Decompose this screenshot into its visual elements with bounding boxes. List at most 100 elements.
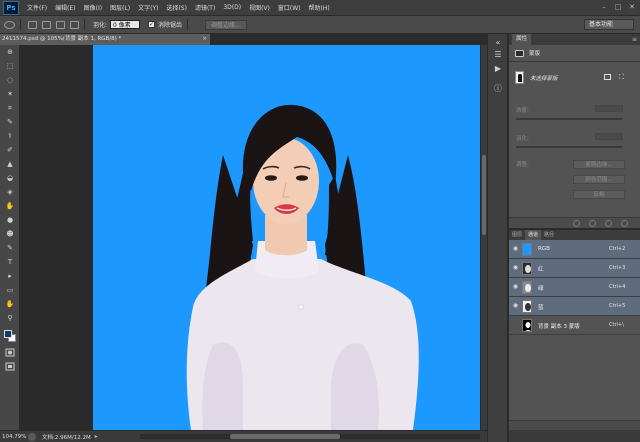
- shape-tool-icon[interactable]: ▭: [5, 286, 15, 295]
- canvas-area[interactable]: [21, 45, 481, 430]
- portrait-photo: [186, 104, 419, 430]
- quick-mask-icon[interactable]: [5, 348, 15, 357]
- menu-type[interactable]: 文字(Y): [134, 3, 162, 12]
- apply-mask-icon[interactable]: [589, 220, 596, 227]
- lasso-tool-icon[interactable]: ◌: [5, 76, 15, 85]
- eye-icon[interactable]: [512, 322, 519, 328]
- status-menu-arrow-icon[interactable]: ▸: [95, 433, 98, 440]
- tab-paths[interactable]: 路径: [541, 230, 557, 240]
- add-selection-icon[interactable]: [42, 20, 51, 29]
- invert-button[interactable]: 反相: [573, 190, 625, 199]
- feather-label: 羽化:: [516, 136, 529, 142]
- collapse-panels-icon[interactable]: «: [493, 38, 503, 48]
- pen-tool-icon[interactable]: ✎: [5, 244, 15, 253]
- menu-help[interactable]: 帮助(H): [305, 3, 334, 12]
- channel-thumbnail: [522, 262, 532, 275]
- move-tool-icon[interactable]: ⊕: [5, 48, 15, 57]
- vector-mask-icon[interactable]: ⛶: [619, 73, 627, 81]
- refine-edge-button[interactable]: 调整边缘...: [205, 19, 247, 30]
- maximize-button[interactable]: □: [614, 3, 622, 11]
- channel-thumbnail: [522, 319, 532, 332]
- close-button[interactable]: ✕: [628, 3, 636, 11]
- vertical-scroll-thumb[interactable]: [482, 155, 486, 235]
- horizontal-scroll-thumb[interactable]: [230, 434, 340, 439]
- document-info: 文档:2.96M/12.2M: [42, 434, 91, 441]
- path-selection-tool-icon[interactable]: ▸: [5, 272, 15, 281]
- magic-wand-tool-icon[interactable]: ✶: [5, 90, 15, 99]
- panel-menu-icon[interactable]: ≡: [632, 34, 637, 45]
- eye-icon[interactable]: ◉: [512, 246, 519, 252]
- intersect-selection-icon[interactable]: [70, 20, 79, 29]
- menu-select[interactable]: 选择(S): [162, 3, 191, 12]
- eye-icon[interactable]: ◉: [512, 265, 519, 271]
- document-tab[interactable]: 2411574.psd @ 105%(背景 副本 1, RGB/8) * ×: [0, 34, 210, 45]
- status-nav-icon[interactable]: [28, 432, 36, 441]
- foreground-color-swatch[interactable]: [4, 330, 12, 338]
- document-canvas[interactable]: [93, 45, 480, 430]
- antialias-checkbox[interactable]: ✓: [148, 21, 156, 28]
- menu-window[interactable]: 窗口(W): [274, 3, 305, 12]
- workspace-select[interactable]: 基本功能: [584, 19, 634, 30]
- eye-icon[interactable]: ◉: [512, 284, 519, 290]
- window-controls: – □ ✕: [600, 3, 636, 11]
- hand-tool-icon[interactable]: ✋: [5, 300, 15, 309]
- feather-field[interactable]: [595, 133, 623, 140]
- menu-layer[interactable]: 图层(L): [106, 3, 134, 12]
- crop-tool-icon[interactable]: ⌗: [5, 104, 15, 113]
- channel-row-rgb[interactable]: ◉ RGB Ctrl+2: [509, 240, 640, 259]
- clone-stamp-tool-icon[interactable]: ▲: [5, 160, 15, 169]
- eyedropper-tool-icon[interactable]: ✎: [5, 118, 15, 127]
- marquee-tool-icon[interactable]: ⬚: [5, 62, 15, 71]
- menu-file[interactable]: 文件(F): [23, 3, 51, 12]
- menu-view[interactable]: 视图(V): [245, 3, 274, 12]
- dodge-tool-icon[interactable]: ☻: [5, 230, 15, 239]
- menu-image[interactable]: 图像(I): [80, 3, 106, 12]
- channel-row-blue[interactable]: ◉ 蓝 Ctrl+5: [509, 297, 640, 316]
- density-field[interactable]: [595, 105, 623, 112]
- subtract-selection-icon[interactable]: [56, 20, 65, 29]
- mask-name: 未选择蒙版: [530, 76, 558, 82]
- menu-3d[interactable]: 3D(D): [219, 4, 245, 11]
- photoshop-logo: Ps: [3, 0, 19, 15]
- lasso-preset-icon[interactable]: [4, 20, 15, 29]
- options-divider: [84, 19, 85, 30]
- zoom-tool-icon[interactable]: ⚲: [5, 314, 15, 323]
- toggle-mask-icon[interactable]: [605, 220, 612, 227]
- mask-edge-button[interactable]: 蒙版边缘...: [573, 160, 625, 169]
- delete-mask-icon[interactable]: [621, 220, 628, 227]
- density-slider[interactable]: [516, 118, 622, 120]
- load-selection-icon[interactable]: [573, 220, 580, 227]
- antialias-label: 消除锯齿: [158, 22, 183, 29]
- channel-row-green[interactable]: ◉ 绿 Ctrl+4: [509, 278, 640, 297]
- healing-tool-icon[interactable]: ⚕: [5, 132, 15, 141]
- channel-row-red[interactable]: ◉ 红 Ctrl+3: [509, 259, 640, 278]
- info-panel-icon[interactable]: ⓘ: [493, 84, 503, 94]
- channel-row-mask[interactable]: 背景 副本 3 蒙版 Ctrl+\: [509, 316, 640, 335]
- close-tab-icon[interactable]: ×: [202, 34, 207, 45]
- menu-edit[interactable]: 编辑(E): [51, 3, 79, 12]
- tab-layers[interactable]: 图层: [509, 230, 525, 240]
- blur-tool-icon[interactable]: ●: [5, 216, 15, 225]
- screen-mode-icon[interactable]: [5, 362, 15, 371]
- history-panel-icon[interactable]: ☰: [493, 50, 503, 60]
- actions-panel-icon[interactable]: ▶: [493, 64, 503, 74]
- eraser-tool-icon[interactable]: ◈: [5, 188, 15, 197]
- feather-slider[interactable]: [516, 146, 622, 148]
- zoom-level[interactable]: 104.79%: [0, 434, 26, 440]
- brush-tool-icon[interactable]: ✐: [5, 146, 15, 155]
- minimize-button[interactable]: –: [600, 3, 608, 11]
- horizontal-scrollbar[interactable]: [140, 434, 480, 439]
- feather-input[interactable]: 0 像素: [110, 20, 141, 29]
- pixel-mask-icon[interactable]: [604, 74, 611, 80]
- new-selection-icon[interactable]: [28, 20, 37, 29]
- options-divider: [187, 19, 189, 30]
- eye-icon[interactable]: ◉: [512, 303, 519, 309]
- mask-thumbnail: [515, 71, 524, 84]
- tab-properties[interactable]: 属性: [512, 34, 532, 45]
- tab-channels[interactable]: 通道: [525, 230, 542, 240]
- color-range-button[interactable]: 颜色范围...: [573, 175, 625, 184]
- menu-filter[interactable]: 滤镜(T): [191, 3, 219, 12]
- gradient-tool-icon[interactable]: ✋: [5, 202, 15, 211]
- type-tool-icon[interactable]: T: [5, 258, 15, 267]
- history-brush-tool-icon[interactable]: ◒: [5, 174, 15, 183]
